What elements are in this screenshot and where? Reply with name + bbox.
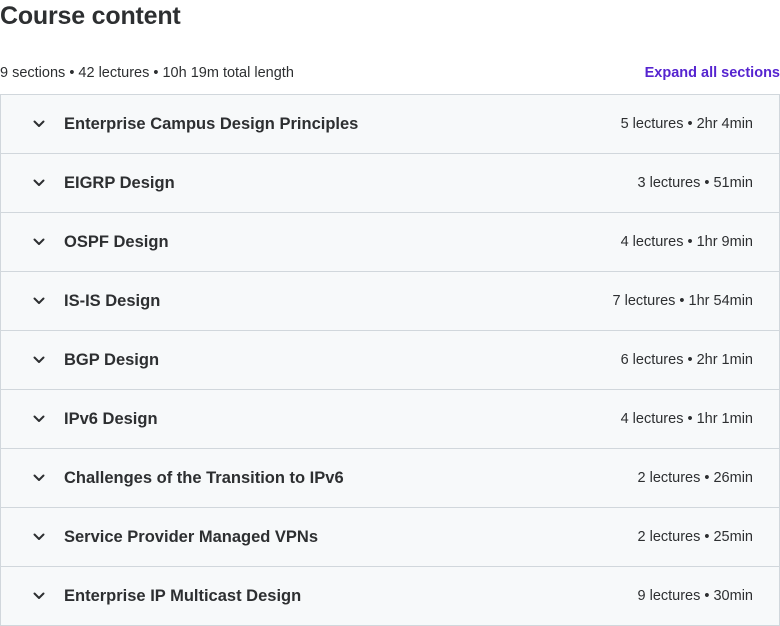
section-is-is-design[interactable]: IS-IS Design 7 lectures • 1hr 54min [1,272,779,331]
section-meta: 6 lectures • 2hr 1min [620,352,753,368]
section-title: OSPF Design [64,232,169,251]
chevron-down-icon [31,116,47,132]
section-title: EIGRP Design [64,173,175,192]
chevron-down-icon [31,175,47,191]
chevron-down-icon [31,411,47,427]
section-meta: 7 lectures • 1hr 54min [612,293,753,309]
chevron-down-icon [31,470,47,486]
section-meta: 3 lectures • 51min [637,175,754,191]
course-content-panel: Course content 9 sections • 42 lectures … [0,0,780,626]
section-service-provider-managed-vpns[interactable]: Service Provider Managed VPNs 2 lectures… [1,508,779,567]
section-enterprise-ip-multicast-design[interactable]: Enterprise IP Multicast Design 9 lecture… [1,567,779,626]
chevron-down-icon [31,529,47,545]
section-title: IPv6 Design [64,409,158,428]
section-meta: 4 lectures • 1hr 1min [620,411,753,427]
section-meta: 9 lectures • 30min [637,588,754,604]
section-challenges-transition-ipv6[interactable]: Challenges of the Transition to IPv6 2 l… [1,449,779,508]
section-enterprise-campus-design-principles[interactable]: Enterprise Campus Design Principles 5 le… [1,95,779,154]
section-bgp-design[interactable]: BGP Design 6 lectures • 2hr 1min [1,331,779,390]
chevron-down-icon [31,352,47,368]
section-meta: 2 lectures • 26min [637,470,754,486]
section-eigrp-design[interactable]: EIGRP Design 3 lectures • 51min [1,154,779,213]
section-title: IS-IS Design [64,291,161,310]
expand-all-sections-button[interactable]: Expand all sections [645,65,780,81]
section-ipv6-design[interactable]: IPv6 Design 4 lectures • 1hr 1min [1,390,779,449]
section-meta: 4 lectures • 1hr 9min [620,234,753,250]
section-meta: 2 lectures • 25min [637,529,754,545]
section-title: Enterprise IP Multicast Design [64,586,302,605]
section-title: BGP Design [64,350,160,369]
section-meta: 5 lectures • 2hr 4min [620,116,753,132]
section-title: Challenges of the Transition to IPv6 [64,468,344,487]
chevron-down-icon [31,293,47,309]
sections-accordion: Enterprise Campus Design Principles 5 le… [0,94,780,626]
chevron-down-icon [31,588,47,604]
course-summary-row: 9 sections • 42 lectures • 10h 19m total… [0,63,780,83]
section-ospf-design[interactable]: OSPF Design 4 lectures • 1hr 9min [1,213,779,272]
chevron-down-icon [31,234,47,250]
section-title: Service Provider Managed VPNs [64,527,319,546]
page-title: Course content [0,2,181,30]
course-summary: 9 sections • 42 lectures • 10h 19m total… [0,65,294,81]
section-title: Enterprise Campus Design Principles [64,114,359,133]
